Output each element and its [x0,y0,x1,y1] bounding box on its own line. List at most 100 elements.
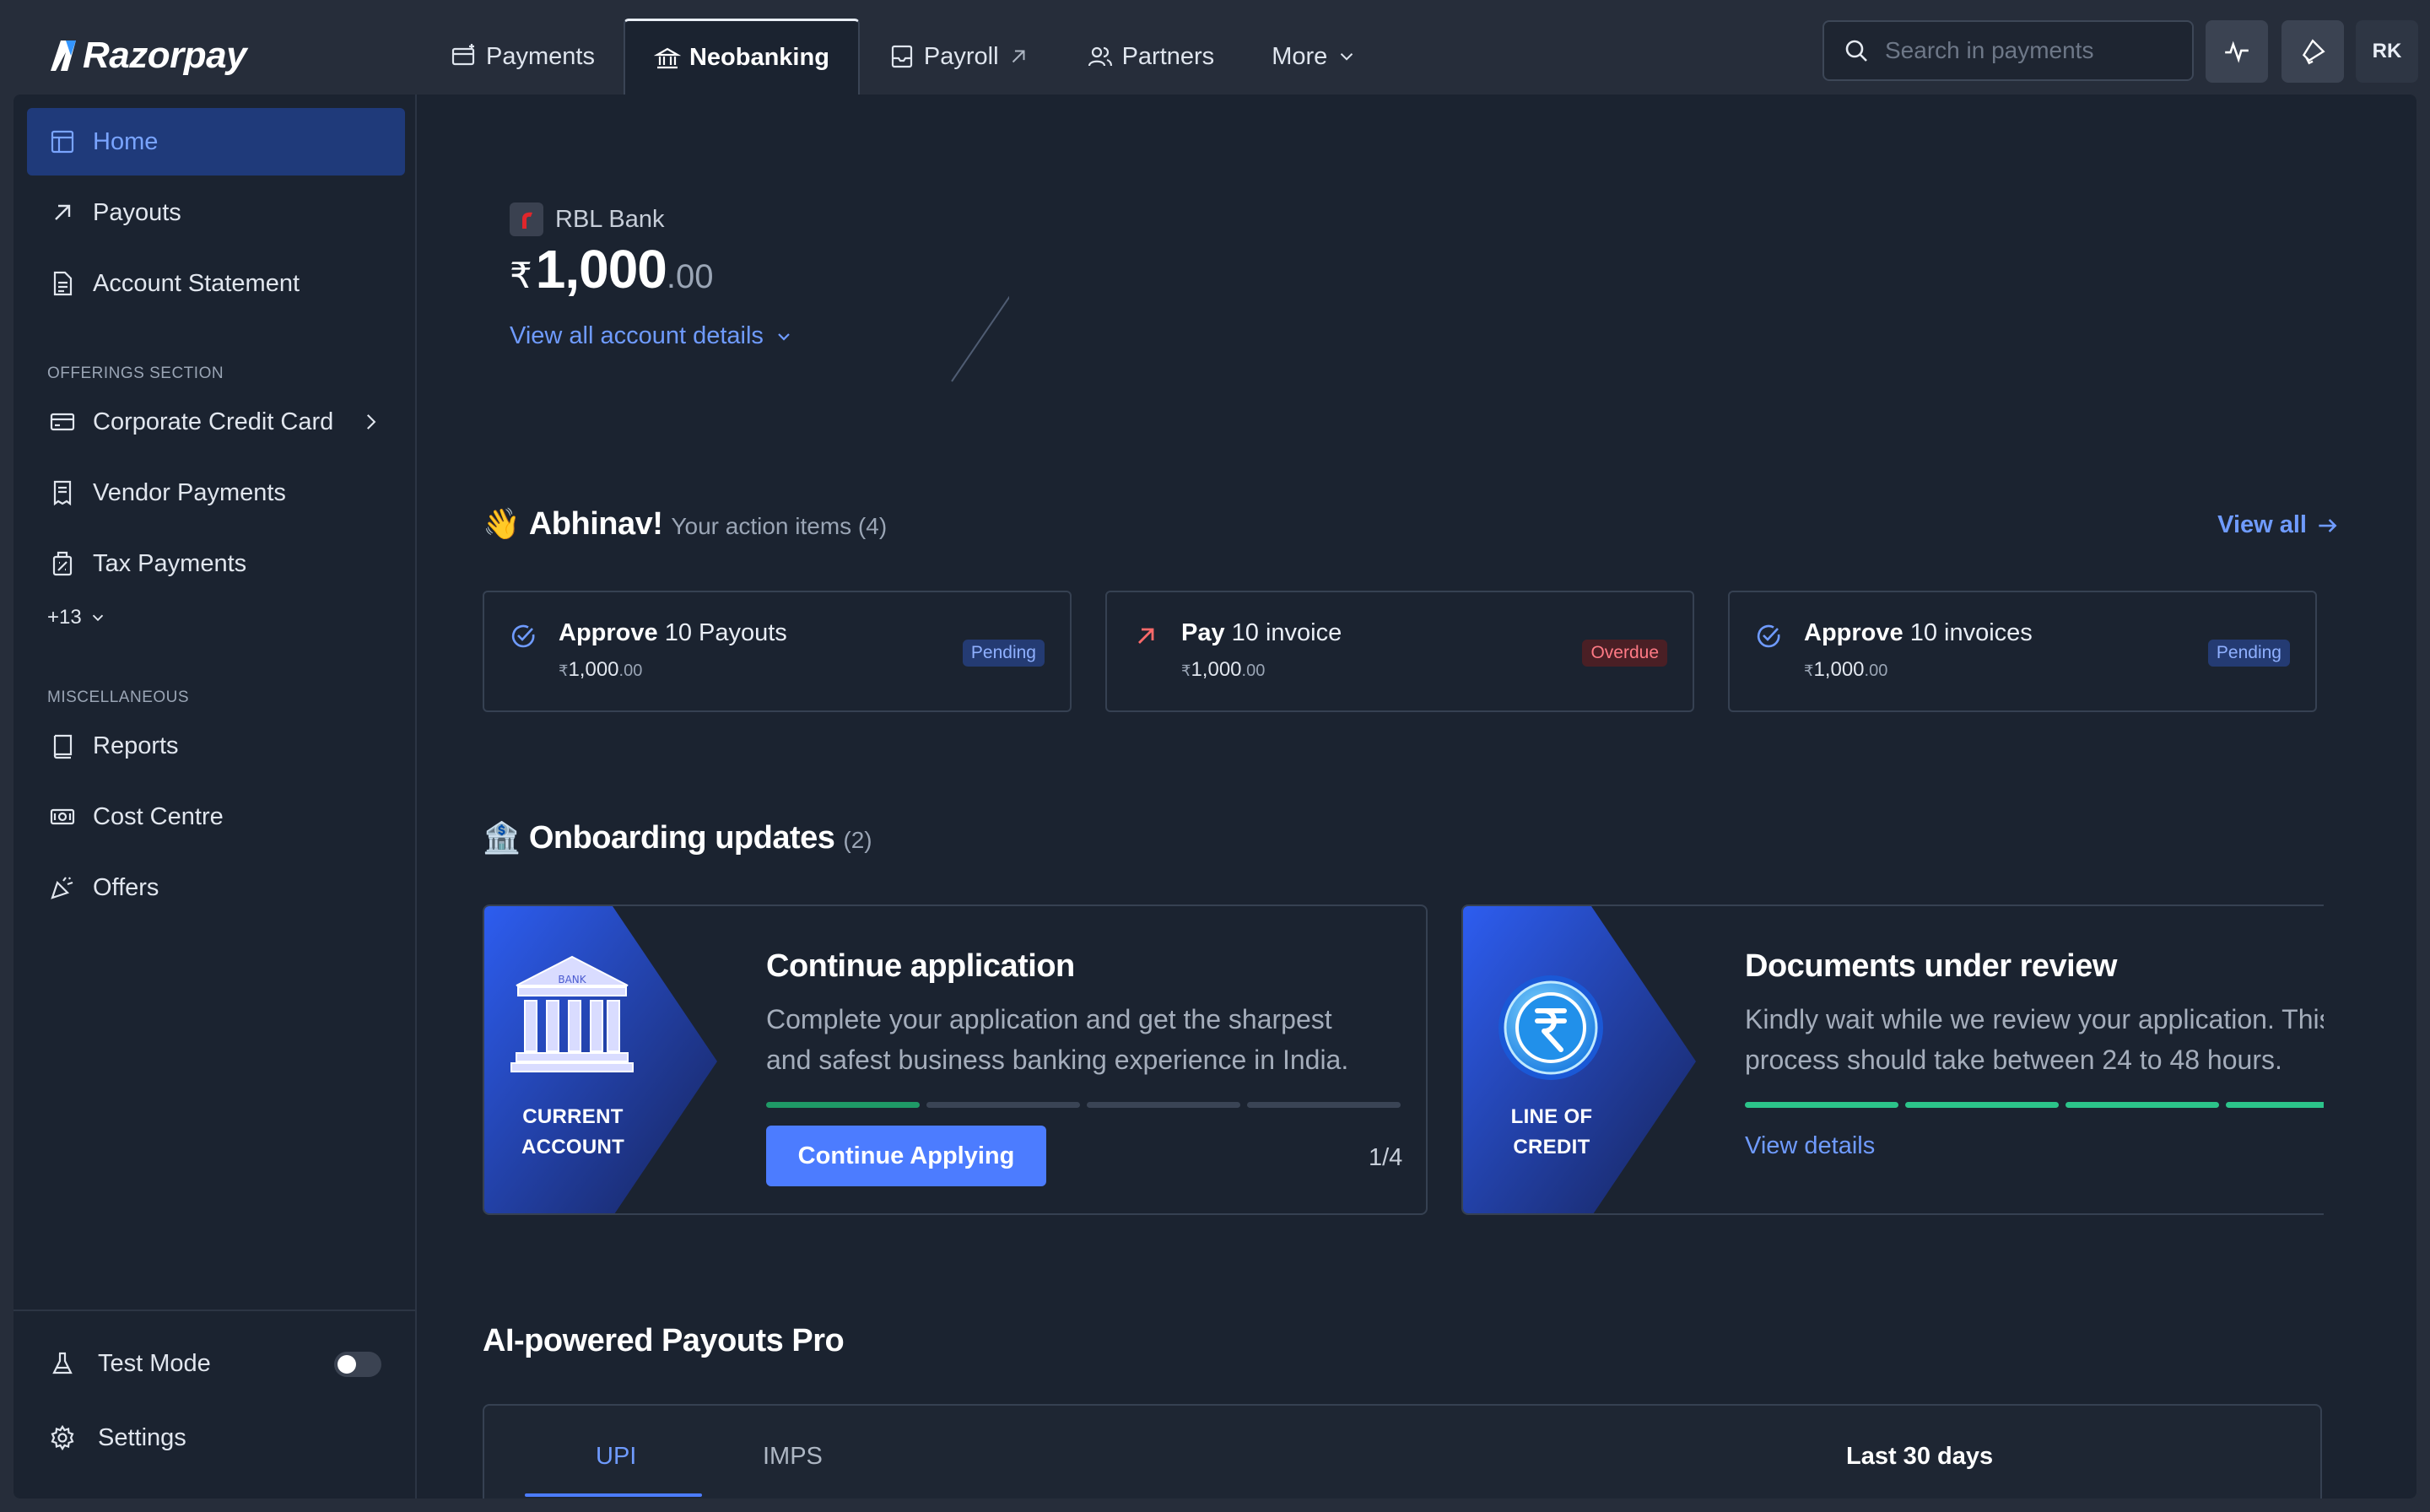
tab-more-label: More [1272,42,1328,70]
view-details-link[interactable]: View details [1745,1132,1875,1160]
search-bar[interactable] [1822,20,2194,81]
sidebar-item-cost-centre[interactable]: Cost Centre [27,783,405,850]
tab-imps[interactable]: IMPS [763,1443,823,1471]
view-account-details-link[interactable]: View all account details [510,322,794,350]
home-layout-icon [51,130,74,154]
amount-main: 1,000 [1191,658,1242,681]
check-circle-icon [1757,624,1780,648]
tab-payroll[interactable]: Payroll [860,19,1058,94]
sidebar-item-payouts[interactable]: Payouts [27,179,405,246]
external-arrow-icon [1012,50,1025,63]
svg-text:BANK: BANK [558,974,586,986]
bank-name: RBL Bank [555,205,665,233]
test-mode-toggle[interactable] [334,1352,381,1377]
card-description: Kindly wait while we review your applica… [1745,999,2324,1080]
progress-segment [1247,1102,1401,1108]
sidebar-item-account-statement[interactable]: Account Statement [27,250,405,317]
tab-more[interactable]: More [1243,19,1386,94]
tab-neobanking[interactable]: Neobanking [623,19,860,94]
user-avatar[interactable]: RK [2356,20,2418,83]
chevron-right-icon [367,414,376,429]
cash-icon [50,808,75,825]
action-amount: ₹1,000.00 [1804,658,1887,682]
action-items-header: 👋 Abhinav! Your action items (4) [483,506,887,543]
announcements-button[interactable] [2282,20,2344,83]
tab-partners[interactable]: Partners [1058,19,1244,94]
account-balance: ₹ 1,000 .00 [510,238,714,300]
sidebar-item-vendor-payments[interactable]: Vendor Payments [27,459,405,526]
action-items-count: Your action items (4) [671,513,888,539]
book-icon [53,734,73,759]
sidebar-item-label: Cost Centre [93,802,224,830]
sidebar-item-reports[interactable]: Reports [27,712,405,780]
arrow-up-right-icon [1138,628,1154,644]
current-account-art: BANK [484,906,717,1213]
section-label-misc: MISCELLANEOUS [47,688,190,706]
action-card-pay-invoice[interactable]: Pay 10 invoice ₹1,000.00 Overdue [1105,591,1694,712]
search-input[interactable] [1885,37,2172,64]
action-amount: ₹1,000.00 [559,658,642,682]
desc-line-1: Complete your application and get the sh… [766,1004,1332,1034]
rupee-coin-icon [1498,975,1603,1080]
continue-applying-button[interactable]: Continue Applying [766,1126,1046,1186]
amount-currency: ₹ [559,662,569,679]
action-card-approve-payouts[interactable]: Approve 10 Payouts ₹1,000.00 Pending [483,591,1072,712]
tab-partners-label: Partners [1121,42,1215,70]
action-object: 10 Payouts [657,619,787,646]
status-badge: Pending [962,640,1045,667]
sidebar-item-offers[interactable]: Offers [27,854,405,921]
sidebar-item-label: Reports [93,732,179,759]
sidebar-item-tax-payments[interactable]: Tax Payments [27,530,405,597]
arrow-right-icon [2319,518,2337,532]
action-amount: ₹1,000.00 [1181,658,1265,682]
amount-decimal: .00 [618,662,643,680]
onboarding-card-line-of-credit[interactable]: LINE OF CREDIT Documents under review Kin… [1461,904,2324,1215]
action-card-approve-invoices[interactable]: Approve 10 invoices ₹1,000.00 Pending [1728,591,2317,712]
amount-currency: ₹ [1181,662,1191,679]
activity-button[interactable] [2206,20,2268,83]
search-icon [1845,40,1867,62]
tab-upi[interactable]: UPI [596,1443,636,1471]
art-label-line-1: CURRENT [522,1105,624,1128]
main-content: RBL Bank ₹ 1,000 .00 View all account de… [418,94,2416,1498]
art-label: CURRENT ACCOUNT [484,1102,662,1163]
payroll-icon [891,45,913,68]
sidebar-item-settings[interactable]: Settings [27,1404,405,1472]
application-progress [766,1102,1401,1108]
sidebar-item-label: Tax Payments [93,549,247,577]
card-title: Documents under review [1745,948,2117,984]
sidebar-footer-divider [14,1310,417,1311]
decorative-line [951,295,1009,382]
sidebar-more-toggle[interactable]: +13 [47,606,107,629]
balance-decimal: .00 [666,258,714,295]
art-label: LINE OF CREDIT [1463,1102,1640,1163]
action-title: Approve 10 invoices [1804,619,2033,647]
top-bar: Razorpay Payments Neobanking Payroll Par… [0,0,2430,94]
amount-currency: ₹ [1804,662,1814,679]
tab-payments[interactable]: Payments [422,19,624,94]
bank-icon [653,47,681,68]
view-account-details-label: View all account details [510,322,764,349]
onboarding-count: (2) [843,827,872,853]
status-badge: Pending [2207,640,2290,667]
partners-icon [1088,46,1112,67]
action-object: 10 invoice [1224,619,1342,646]
greeting-name: Abhinav! [528,506,663,542]
action-verb: Approve [559,619,658,646]
credit-card-icon [50,413,75,431]
check-circle-icon [511,624,535,648]
razorpay-logo[interactable]: Razorpay [49,32,247,79]
rbl-bank-logo [510,202,543,236]
view-all-link[interactable]: View all [2217,511,2339,539]
period-selector[interactable]: Last 30 days [1846,1443,1993,1471]
receipt-icon [53,480,72,506]
currency-symbol: ₹ [510,256,532,295]
sidebar-item-home[interactable]: Home [27,108,405,176]
razorpay-logo-icon [51,40,76,71]
wave-emoji: 👋 [483,506,521,541]
onboarding-card-current-account[interactable]: BANK CURRENT ACCOUNT Continue application… [483,904,1428,1215]
sidebar-item-corporate-credit-card[interactable]: Corporate Credit Card [27,388,405,456]
megaphone-icon [2302,39,2325,65]
desc-line-2: and safest business banking experience i… [766,1045,1349,1075]
test-mode-label: Test Mode [98,1349,211,1377]
